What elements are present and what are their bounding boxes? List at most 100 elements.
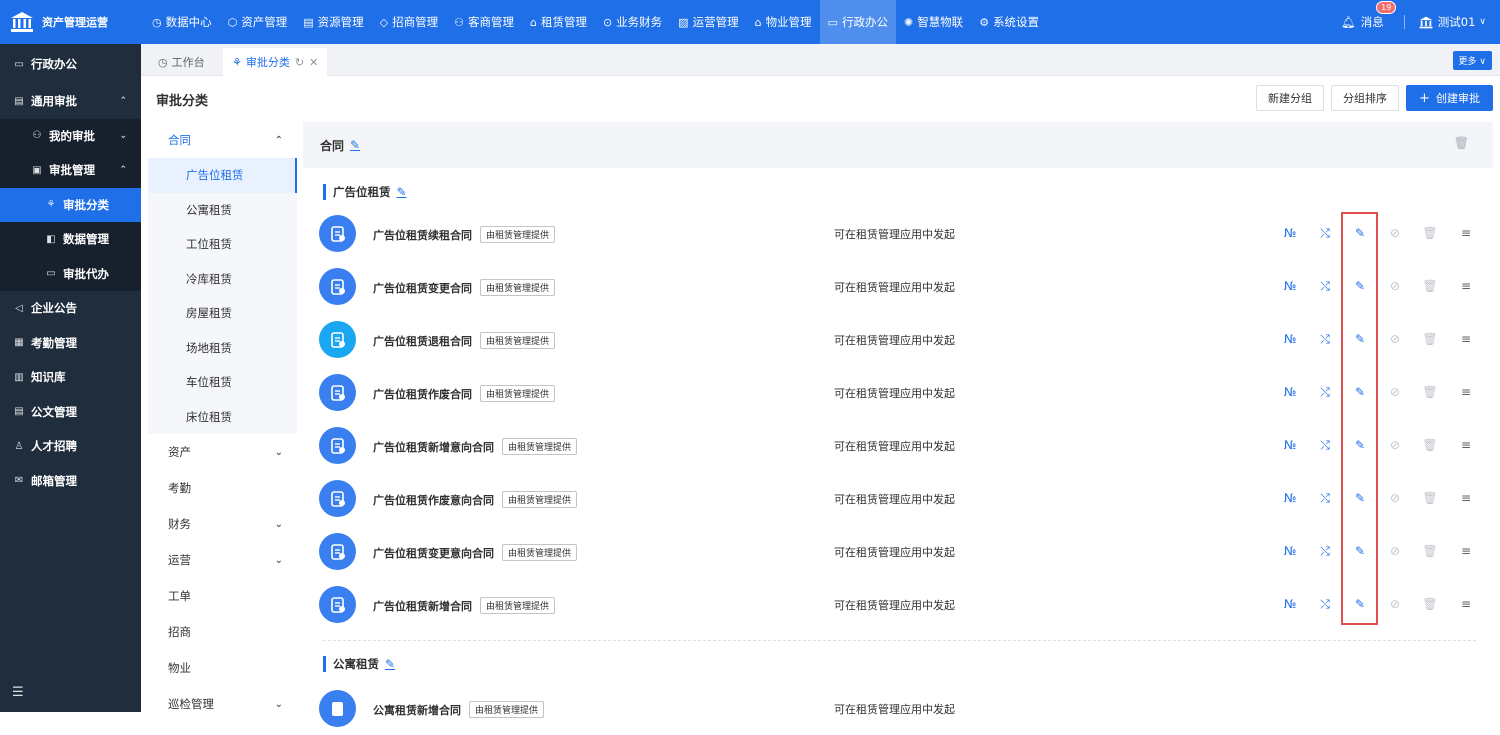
delete-icon[interactable]: 🗑	[1421, 224, 1439, 242]
sidebar-item-1[interactable]: ⚇ 我的审批 ⌄	[0, 118, 141, 153]
number-rule-icon[interactable]: №	[1281, 383, 1299, 401]
sidebar-item-7[interactable]: ▦ 考勤管理	[0, 326, 141, 361]
topnav-item-7[interactable]: ▨ 运营管理	[670, 0, 746, 44]
approval-row[interactable]: 公寓租赁新增合同 由租赁管理提供 可在租赁管理应用中发起	[303, 682, 1493, 735]
create-approval-button[interactable]: + 创建审批	[1406, 85, 1493, 111]
number-rule-icon[interactable]: №	[1281, 330, 1299, 348]
category-group[interactable]: 财务 ⌄	[148, 506, 297, 542]
delete-icon[interactable]: 🗑	[1421, 330, 1439, 348]
category-item[interactable]: 广告位租赁	[148, 158, 297, 193]
sidebar-item-11[interactable]: ✉ 邮箱管理	[0, 464, 141, 499]
sort-group-button[interactable]: 分组排序	[1331, 85, 1399, 111]
approval-row[interactable]: 广告位租赁变更合同 由租赁管理提供 可在租赁管理应用中发起 № ⤭ ✎ ⊘ 🗑 ≡	[303, 260, 1493, 313]
approval-row[interactable]: 广告位租赁续租合同 由租赁管理提供 可在租赁管理应用中发起 № ⤭ ✎ ⊘ 🗑 ≡	[303, 207, 1493, 260]
drag-handle-icon[interactable]: ≡	[1457, 383, 1475, 401]
disable-icon[interactable]: ⊘	[1386, 383, 1404, 401]
approval-row[interactable]: 广告位租赁退租合同 由租赁管理提供 可在租赁管理应用中发起 № ⤭ ✎ ⊘ 🗑 ≡	[303, 313, 1493, 366]
topnav-item-4[interactable]: ⚇ 客商管理	[446, 0, 522, 44]
sidebar-item-8[interactable]: ▥ 知识库	[0, 360, 141, 395]
flow-icon[interactable]: ⤭	[1316, 277, 1334, 295]
delete-icon[interactable]: 🗑	[1421, 595, 1439, 613]
tab-workbench[interactable]: ◷ 工作台	[149, 48, 214, 76]
disable-icon[interactable]: ⊘	[1386, 489, 1404, 507]
category-item[interactable]: 场地租赁	[148, 330, 297, 365]
topnav-item-1[interactable]: ⬡ 资产管理	[220, 0, 296, 44]
disable-icon[interactable]: ⊘	[1386, 542, 1404, 560]
topnav-item-3[interactable]: ◇ 招商管理	[372, 0, 446, 44]
close-icon[interactable]: ✕	[309, 56, 318, 69]
category-group[interactable]: 考勤	[148, 470, 297, 506]
topnav-item-0[interactable]: ◷ 数据中心	[144, 0, 220, 44]
category-group[interactable]: 运营 ⌄	[148, 542, 297, 578]
topnav-item-2[interactable]: ▤ 资源管理	[295, 0, 371, 44]
category-item[interactable]: 公寓租赁	[148, 192, 297, 227]
sidebar-item-6[interactable]: ◁ 企业公告	[0, 291, 141, 326]
topnav-item-8[interactable]: ⌂ 物业管理	[747, 0, 820, 44]
number-rule-icon[interactable]: №	[1281, 489, 1299, 507]
disable-icon[interactable]: ⊘	[1386, 224, 1404, 242]
more-tabs-button[interactable]: 更多 ∨	[1452, 51, 1492, 70]
brand[interactable]: 资产管理运营	[0, 0, 141, 44]
sidebar-item-2[interactable]: ▣ 审批管理 ⌃	[0, 153, 141, 188]
number-rule-icon[interactable]: №	[1281, 224, 1299, 242]
refresh-icon[interactable]: ↻	[295, 56, 304, 69]
flow-icon[interactable]: ⤭	[1316, 383, 1334, 401]
disable-icon[interactable]: ⊘	[1386, 595, 1404, 613]
disable-icon[interactable]: ⊘	[1386, 330, 1404, 348]
messages-button[interactable]: 🔔︎ 消息 19	[1341, 1, 1397, 30]
drag-handle-icon[interactable]: ≡	[1457, 277, 1475, 295]
topnav-item-10[interactable]: ✺ 智慧物联	[896, 0, 971, 44]
flow-icon[interactable]: ⤭	[1316, 542, 1334, 560]
delete-icon[interactable]: 🗑	[1421, 277, 1439, 295]
flow-icon[interactable]: ⤭	[1316, 595, 1334, 613]
delete-icon[interactable]: 🗑	[1421, 383, 1439, 401]
category-group-open[interactable]: 合同 ⌃	[148, 122, 297, 158]
drag-handle-icon[interactable]: ≡	[1457, 436, 1475, 454]
edit-section-icon[interactable]: ✎	[385, 657, 395, 671]
approval-row[interactable]: 广告位租赁作废意向合同 由租赁管理提供 可在租赁管理应用中发起 № ⤭ ✎ ⊘ 🗑 ≡	[303, 472, 1493, 525]
disable-icon[interactable]: ⊘	[1386, 436, 1404, 454]
number-rule-icon[interactable]: №	[1281, 595, 1299, 613]
category-item[interactable]: 房屋租赁	[148, 296, 297, 331]
sidebar-item-3[interactable]: ⚘ 审批分类	[0, 187, 141, 222]
edit-section-icon[interactable]: ✎	[397, 185, 407, 199]
drag-handle-icon[interactable]: ≡	[1457, 542, 1475, 560]
disable-icon[interactable]: ⊘	[1386, 277, 1404, 295]
category-item[interactable]: 工位租赁	[148, 227, 297, 262]
flow-icon[interactable]: ⤭	[1316, 489, 1334, 507]
approval-row[interactable]: 广告位租赁变更意向合同 由租赁管理提供 可在租赁管理应用中发起 № ⤭ ✎ ⊘ 🗑 ≡	[303, 525, 1493, 578]
drag-handle-icon[interactable]: ≡	[1457, 330, 1475, 348]
category-group[interactable]: 资产 ⌄	[148, 434, 297, 470]
topnav-item-9[interactable]: ▭ 行政办公	[819, 0, 896, 44]
sidebar-item-9[interactable]: ▤ 公文管理	[0, 395, 141, 430]
number-rule-icon[interactable]: №	[1281, 436, 1299, 454]
approval-row[interactable]: 广告位租赁作废合同 由租赁管理提供 可在租赁管理应用中发起 № ⤭ ✎ ⊘ 🗑 ≡	[303, 366, 1493, 419]
category-item[interactable]: 车位租赁	[148, 365, 297, 400]
delete-icon[interactable]: 🗑	[1421, 542, 1439, 560]
category-group[interactable]: 物业	[148, 650, 297, 686]
category-item[interactable]: 冷库租赁	[148, 261, 297, 296]
collapse-sidebar-icon[interactable]: ☰	[12, 685, 24, 700]
approval-row[interactable]: 广告位租赁新增意向合同 由租赁管理提供 可在租赁管理应用中发起 № ⤭ ✎ ⊘ 🗑 ≡	[303, 419, 1493, 472]
flow-icon[interactable]: ⤭	[1316, 436, 1334, 454]
user-menu[interactable]: 测试01 ∨	[1419, 14, 1486, 30]
approval-row[interactable]: 广告位租赁新增合同 由租赁管理提供 可在租赁管理应用中发起 № ⤭ ✎ ⊘ 🗑 ≡	[303, 578, 1493, 631]
tab-approval-category[interactable]: ⚘ 审批分类 ↻ ✕	[223, 48, 328, 76]
edit-group-icon[interactable]: ✎	[350, 138, 360, 152]
drag-handle-icon[interactable]: ≡	[1457, 224, 1475, 242]
flow-icon[interactable]: ⤭	[1316, 224, 1334, 242]
sidebar-item-0[interactable]: ▤ 通用审批 ⌃	[0, 84, 141, 119]
delete-icon[interactable]: 🗑	[1421, 436, 1439, 454]
drag-handle-icon[interactable]: ≡	[1457, 489, 1475, 507]
sidebar-item-10[interactable]: ♙ 人才招聘	[0, 429, 141, 464]
category-group[interactable]: 招商	[148, 614, 297, 650]
drag-handle-icon[interactable]: ≡	[1457, 595, 1475, 613]
flow-icon[interactable]: ⤭	[1316, 330, 1334, 348]
category-group[interactable]: 工单	[148, 578, 297, 614]
category-group[interactable]: 巡检管理 ⌄	[148, 686, 297, 722]
delete-icon[interactable]: 🗑	[1421, 489, 1439, 507]
number-rule-icon[interactable]: №	[1281, 277, 1299, 295]
category-item[interactable]: 床位租赁	[148, 399, 297, 434]
topnav-item-11[interactable]: ⚙ 系统设置	[971, 0, 1047, 44]
delete-group-icon[interactable]: 🗑︎	[1454, 136, 1469, 150]
